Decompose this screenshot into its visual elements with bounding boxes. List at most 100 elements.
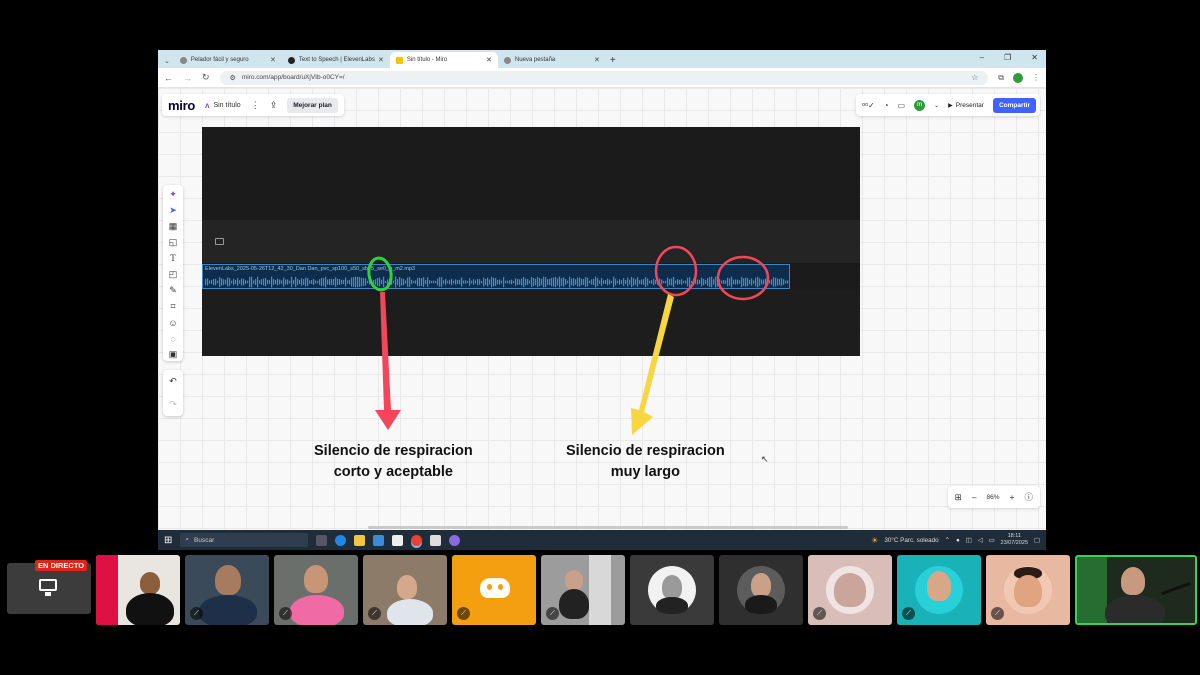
task-view-icon[interactable] — [316, 534, 328, 546]
video-call-icon[interactable]: ▭ — [898, 101, 906, 110]
battery-icon[interactable]: ▭ — [989, 537, 995, 544]
participant-tile-speaking[interactable] — [1075, 555, 1197, 625]
horizontal-scrollbar[interactable] — [368, 526, 848, 529]
menu-icon[interactable]: ⋮ — [1032, 73, 1040, 82]
reload-icon[interactable]: ↻ — [202, 72, 210, 83]
waveform-bar — [695, 279, 697, 285]
waveform-bar — [713, 279, 715, 285]
taskbar-search[interactable]: ⌕ Buscar — [180, 533, 309, 547]
pen-icon[interactable]: ✎ — [169, 285, 177, 297]
bookmark-star-icon[interactable]: ☆ — [971, 73, 978, 82]
zoom-in-icon[interactable]: + — [1010, 492, 1015, 502]
help-icon[interactable]: ⓘ — [1024, 491, 1033, 503]
edge-icon[interactable] — [335, 534, 347, 546]
shapes-icon[interactable]: ◰ — [169, 268, 178, 280]
browser-tab[interactable]: Pelador fácil y seguro ✕ — [174, 52, 282, 68]
waveform-bar — [663, 280, 665, 284]
site-info-icon[interactable]: ⚙ — [230, 74, 236, 82]
network-icon[interactable]: ◫ — [966, 537, 972, 544]
restore-icon[interactable]: ❐ — [1004, 53, 1011, 62]
participant-tile[interactable]: ⟋ — [363, 555, 447, 625]
waveform-bar — [539, 277, 541, 287]
store-icon[interactable] — [373, 534, 385, 546]
file-explorer-icon[interactable] — [354, 534, 366, 546]
zoom-level[interactable]: 86% — [987, 494, 1000, 501]
add-more-icon[interactable]: ▣ — [169, 349, 178, 361]
board-menu-icon[interactable]: ⋮ — [251, 100, 260, 111]
waveform-bar — [281, 280, 283, 284]
capcut-icon[interactable] — [430, 534, 442, 546]
close-tab-icon[interactable]: ✕ — [594, 56, 600, 64]
text-tool-icon[interactable]: T — [170, 252, 176, 264]
comment-icon[interactable]: ◌ — [170, 333, 175, 345]
participant-tile[interactable] — [96, 555, 180, 625]
right-caption[interactable]: Silencio de respiracion muy largo — [566, 441, 725, 483]
miro-board-canvas[interactable]: miro ʌ Sin título ⋮ ⇪ Mejorar plan ᵒᵒ✓ ◔… — [158, 88, 1046, 530]
frame-icon[interactable]: ⌗ — [170, 301, 175, 313]
participant-tile[interactable]: ⟋ — [452, 555, 536, 625]
export-icon[interactable]: ⇪ — [270, 100, 278, 111]
notifications-icon[interactable]: ▢ — [1034, 537, 1040, 544]
back-icon[interactable]: ← — [164, 73, 173, 83]
reactions-icon[interactable]: ᵒᵒ✓ — [862, 101, 875, 110]
redo-icon[interactable]: ↷ — [169, 399, 177, 410]
waveform-bar — [745, 277, 747, 287]
waveform-bar — [777, 278, 779, 286]
participant-tile[interactable]: ⟋ — [541, 555, 625, 625]
close-tab-icon[interactable]: ✕ — [378, 56, 384, 64]
new-tab-button[interactable]: + — [610, 55, 616, 66]
participant-tile[interactable] — [719, 555, 803, 625]
sticky-note-icon[interactable]: ◱ — [169, 236, 178, 248]
volume-icon[interactable]: ◁ — [978, 537, 983, 544]
capcut-icon[interactable] — [392, 534, 404, 546]
chrome-icon[interactable] — [411, 534, 423, 546]
undo-icon[interactable]: ↶ — [169, 376, 177, 387]
participant-tile[interactable]: ⟋ — [185, 555, 269, 625]
left-caption[interactable]: Silencio de respiracion corto y aceptabl… — [314, 441, 473, 483]
waveform-bar — [699, 279, 701, 285]
participant-tile[interactable] — [630, 555, 714, 625]
browser-tab[interactable]: Text to Speech | ElevenLabs ✕ — [282, 52, 390, 68]
waveform-bar — [755, 277, 757, 287]
user-avatar[interactable]: m — [914, 99, 926, 111]
weather-text[interactable]: 30°C Parc. soleado — [884, 537, 938, 544]
close-window-icon[interactable]: ✕ — [1031, 53, 1038, 62]
fit-screen-icon[interactable]: ⊞ — [955, 492, 962, 503]
audio-clip[interactable]: ElevenLabs_2025-05-26T12_42_30_Dan Dan_p… — [202, 264, 790, 289]
clock[interactable]: 18:11 23/07/2025 — [1001, 533, 1029, 547]
minimize-icon[interactable]: – — [980, 53, 984, 62]
participant-tile[interactable]: ⟋ — [274, 555, 358, 625]
extensions-icon[interactable]: ⧉ — [998, 73, 1004, 83]
upgrade-plan-button[interactable]: Mejorar plan — [287, 97, 338, 113]
templates-icon[interactable]: ▦ — [169, 220, 178, 232]
search-placeholder: Buscar — [194, 536, 215, 544]
participant-tile[interactable]: ⟋ — [808, 555, 892, 625]
tray-chevron-icon[interactable]: ⌃ — [945, 537, 950, 544]
tab-search-icon[interactable]: ⌄ — [164, 57, 170, 65]
zoom-out-icon[interactable]: – — [972, 492, 977, 502]
windows-start-icon[interactable]: ⊞ — [164, 535, 172, 546]
emoji-icon[interactable]: ☺ — [168, 317, 177, 329]
app-icon[interactable] — [449, 534, 461, 546]
browser-tab-active[interactable]: Sin título - Miro ✕ — [389, 52, 498, 68]
participant-tile[interactable]: ⟋ — [986, 555, 1070, 625]
close-tab-icon[interactable]: ✕ — [270, 56, 276, 64]
share-button[interactable]: Compartir — [992, 97, 1036, 113]
miro-logo[interactable]: miro — [168, 98, 195, 113]
close-tab-icon[interactable]: ✕ — [486, 56, 492, 64]
waveform-bar — [225, 279, 227, 285]
select-cursor-icon[interactable]: ➤ — [169, 204, 177, 216]
board-title[interactable]: ʌ Sin título — [205, 101, 241, 110]
url-field[interactable]: ⚙ miro.com/app/board/uXjVIb-o0CY=/ ☆ — [219, 70, 989, 85]
chat-icon[interactable]: ◔ — [884, 101, 889, 110]
embedded-editor-image[interactable]: ElevenLabs_2025-05-26T12_42_30_Dan Dan_p… — [202, 127, 860, 356]
present-button[interactable]: ▶ Presentar — [948, 102, 984, 109]
ai-sparkle-icon[interactable]: ✦ — [169, 188, 177, 200]
participant-tile[interactable]: ⟋ — [897, 555, 981, 625]
mic-icon[interactable]: ● — [956, 537, 960, 544]
browser-tab[interactable]: Nueva pestaña ✕ — [498, 52, 606, 68]
forward-icon[interactable]: → — [183, 73, 192, 83]
waveform-bar — [313, 278, 315, 286]
chevron-down-icon[interactable]: ⌄ — [934, 102, 939, 109]
profile-avatar[interactable] — [1013, 72, 1023, 83]
